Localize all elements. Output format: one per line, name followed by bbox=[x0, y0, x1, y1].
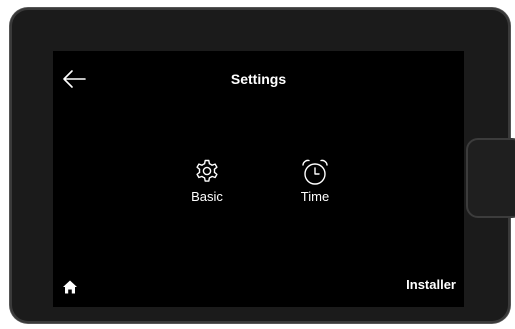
installer-button[interactable]: Installer bbox=[406, 277, 456, 292]
gear-icon bbox=[196, 159, 218, 182]
time-label: Time bbox=[300, 189, 330, 204]
page-title: Settings bbox=[230, 71, 287, 87]
basic-settings-button[interactable]: Basic bbox=[172, 157, 242, 204]
home-icon[interactable] bbox=[62, 279, 78, 295]
screen: Settings Basic Time Installer bbox=[53, 51, 464, 307]
alarm-clock-icon bbox=[302, 159, 328, 185]
time-settings-button[interactable]: Time bbox=[280, 157, 350, 204]
basic-label: Basic bbox=[191, 189, 223, 204]
side-button[interactable] bbox=[466, 138, 515, 218]
device-bezel: Settings Basic Time Installer bbox=[10, 8, 515, 323]
